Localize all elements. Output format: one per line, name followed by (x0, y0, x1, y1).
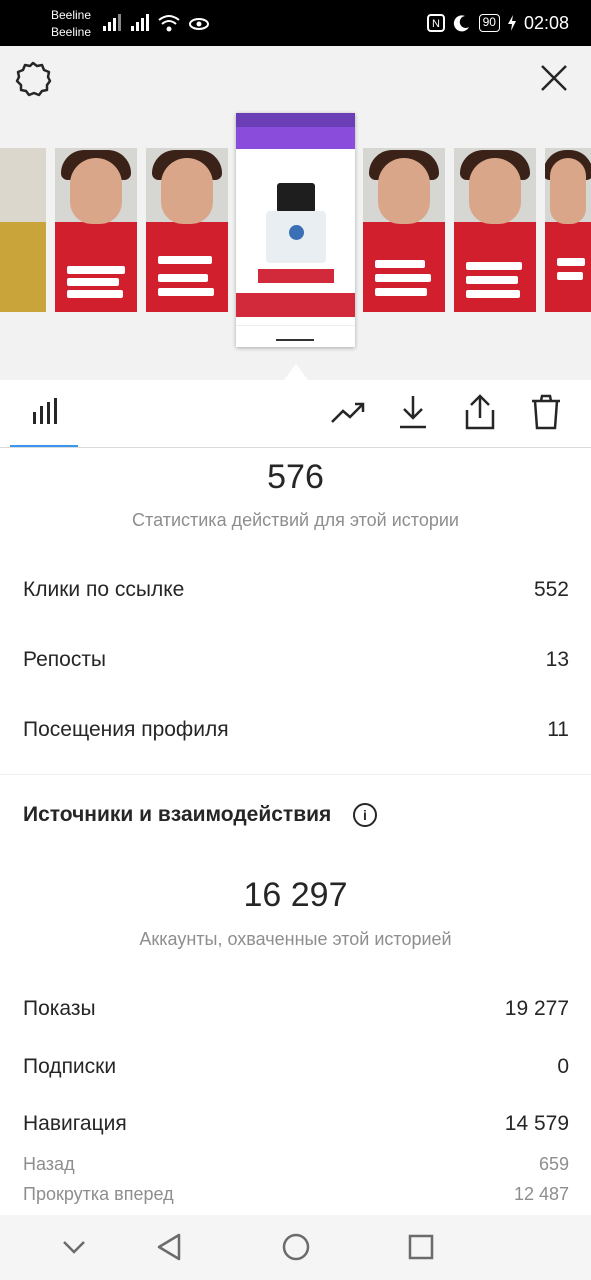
insights-toolbar (0, 380, 591, 448)
stat-value: 552 (533, 578, 569, 601)
actions-total: 576 (267, 458, 324, 496)
battery-icon: 90 (478, 14, 500, 32)
carrier-1: Beeline (51, 8, 92, 22)
stat-row: Посещения профиля 11 (23, 718, 569, 742)
stat-label: Назад (23, 1154, 75, 1174)
system-nav-bar (0, 1215, 591, 1280)
actions-subtitle: Статистика действий для этой истории (132, 510, 459, 530)
gear-icon[interactable] (14, 60, 52, 98)
stat-label: Навигация (23, 1112, 127, 1135)
stat-label: Подписки (23, 1055, 117, 1078)
story-thumbnail[interactable] (146, 148, 228, 312)
story-thumbnail-selected[interactable] (236, 113, 355, 347)
clock: 02:08 (523, 12, 569, 33)
selection-pointer (284, 364, 308, 380)
section-heading: Источники и взаимодействия (23, 803, 332, 826)
reach-subtitle: Аккаунты, охваченные этой историей (139, 929, 452, 949)
stat-label: Показы (23, 997, 96, 1020)
status-bar: Beeline Beeline N 90 02:08 (0, 0, 591, 46)
download-icon[interactable] (398, 394, 428, 430)
reach-total: 16 297 (243, 876, 348, 914)
bar-chart-icon (33, 398, 57, 424)
share-icon[interactable] (465, 394, 495, 430)
story-thumbnail[interactable] (55, 148, 137, 312)
stat-label: Репосты (23, 648, 107, 671)
eye-icon (189, 18, 209, 30)
section-divider (0, 774, 591, 775)
stat-row: Подписки 0 (23, 1055, 569, 1079)
close-icon[interactable] (540, 64, 568, 92)
stat-value: 0 (557, 1055, 569, 1078)
stat-label: Прокрутка вперед (23, 1184, 174, 1204)
moon-icon (453, 15, 469, 32)
story-thumbnail[interactable] (545, 148, 591, 312)
trash-icon[interactable] (530, 394, 562, 430)
stat-row: Навигация 14 579 (23, 1112, 569, 1136)
nfc-icon: N (426, 14, 445, 32)
story-thumbnail[interactable] (0, 148, 46, 312)
signal-icon (131, 14, 149, 31)
recents-icon[interactable] (408, 1234, 434, 1260)
charging-icon (507, 15, 516, 31)
stat-row: Клики по ссылке 552 (23, 578, 569, 602)
chevron-down-icon[interactable] (62, 1239, 86, 1255)
stat-value: 14 579 (504, 1112, 569, 1135)
active-tab-indicator (10, 445, 78, 447)
story-preview-area (0, 46, 591, 380)
carrier-2: Beeline (51, 25, 92, 39)
stat-value: 659 (538, 1154, 569, 1174)
home-icon[interactable] (282, 1233, 310, 1261)
svg-text:N: N (432, 18, 440, 30)
stat-value: 11 (547, 718, 569, 741)
stat-label: Посещения профиля (23, 718, 229, 741)
stat-value: 13 (545, 648, 569, 671)
signal-icon (103, 14, 121, 31)
stat-label: Клики по ссылке (23, 578, 185, 601)
stat-value: 12 487 (513, 1184, 569, 1204)
story-thumbnail[interactable] (363, 148, 445, 312)
tab-insights[interactable] (10, 380, 78, 448)
stat-row: Показы 19 277 (23, 997, 569, 1021)
wifi-icon (158, 15, 180, 32)
info-icon[interactable]: i (353, 803, 377, 827)
back-icon[interactable] (156, 1233, 182, 1261)
stat-value: 19 277 (504, 997, 569, 1020)
stat-subrow: Прокрутка вперед 12 487 (23, 1184, 569, 1205)
story-thumbnail[interactable] (454, 148, 536, 312)
stat-row: Репосты 13 (23, 648, 569, 672)
stat-subrow: Назад 659 (23, 1154, 569, 1175)
trending-up-icon[interactable] (330, 400, 366, 426)
